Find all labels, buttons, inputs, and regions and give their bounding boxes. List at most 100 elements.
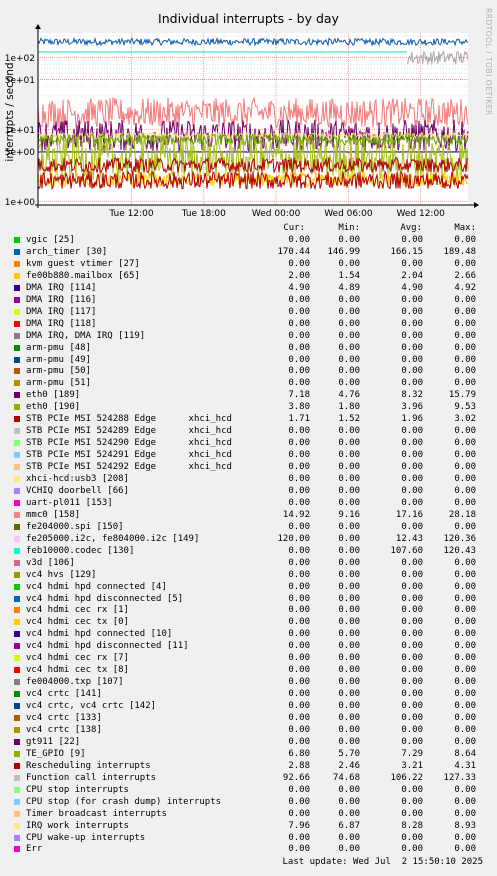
legend-avg: 0.00 (401, 641, 423, 652)
legend-min: 0.00 (338, 736, 360, 747)
legend-name: CPU wake-up interrupts (26, 832, 146, 843)
legend-row: Function call interrupts 92.66 74.68 106.22… (0, 772, 497, 784)
legend-row: fe204000.spi [150] 0.00 0.00 0.00 0.00 (0, 521, 497, 533)
legend-min: 0.00 (338, 581, 360, 592)
legend-min: 0.00 (338, 844, 360, 855)
legend-name: vc4 crtc [133] (26, 713, 102, 723)
legend-min: 0.00 (338, 426, 360, 437)
legend-max: 0.00 (454, 653, 476, 664)
legend-avg: 3.21 (401, 760, 423, 771)
legend-swatch (14, 786, 20, 793)
legend-max: 0.00 (454, 462, 476, 473)
legend-max: 0.00 (454, 318, 476, 329)
legend-max: 0.00 (454, 557, 476, 568)
legend-row: vc4 crtc, vc4 crtc [142] 0.00 0.00 0.00 0.00 (0, 700, 497, 712)
legend-name: arm-pmu [49] (26, 354, 92, 365)
legend-avg: 0.00 (401, 354, 423, 365)
legend-min: 0.00 (338, 701, 360, 712)
legend-min: 0.00 (338, 653, 360, 664)
legend-name: vc4 hdmi cec rx [1] (26, 605, 129, 616)
legend-swatch (14, 631, 20, 638)
legend-name: xhci-hcd:usb3 [208] (26, 474, 129, 484)
legend-avg: 0.00 (401, 378, 423, 389)
legend-min: 0.00 (338, 832, 360, 843)
legend-avg: 0.00 (401, 724, 423, 735)
legend-row: DMA IRQ, DMA IRQ [119] 0.00 0.00 0.00 0.00 (0, 330, 497, 342)
legend-max: 0.00 (454, 677, 476, 688)
legend-row: vc4 hdmi cec rx [1] 0.00 0.00 0.00 0.00 (0, 604, 497, 616)
legend-swatch (14, 762, 20, 769)
legend-name: vc4 crtc [138] (26, 724, 102, 735)
header-cur: Cur: (283, 223, 305, 233)
legend-row: uart-pl011 [153] 0.00 0.00 0.00 0.00 (0, 497, 497, 509)
legend-name: arm-pmu [50] (26, 366, 92, 377)
legend-avg: 0.00 (401, 306, 423, 317)
legend-swatch (14, 416, 20, 423)
legend-name: fe004000.txp [107] (26, 677, 124, 688)
y-tick-label: 1e+01 (5, 126, 35, 136)
legend-row: IRQ work interrupts 7.96 6.87 8.28 8.93 (0, 820, 497, 832)
legend-name: DMA IRQ [114] (26, 282, 97, 293)
legend-min: 0.00 (338, 593, 360, 604)
legend-name: arch_timer [30] (26, 246, 108, 257)
legend-row: STB PCIe MSI 524291 Edge xhci_hcd 0.00 0.0… (0, 449, 497, 461)
legend-name: Function call interrupts (26, 772, 157, 783)
legend-row: TE_GPIO [9] 6.80 5.70 7.29 8.64 (0, 748, 497, 760)
legend-avg: 0.00 (401, 366, 423, 377)
legend-avg: 0.00 (401, 497, 423, 508)
legend-min: 0.00 (338, 378, 360, 389)
y-axis-arrow (35, 24, 41, 29)
legend-avg: 0.00 (401, 462, 423, 473)
legend-min: 0.00 (338, 330, 360, 341)
legend-swatch (14, 404, 20, 411)
legend-name: STB PCIe MSI 524291 Edge xhci_hcd (26, 450, 232, 461)
legend-avg: 0.00 (401, 605, 423, 616)
legend-row: arch_timer [30] 170.44 146.99 166.15 189.48 (0, 246, 497, 258)
legend-swatch (14, 452, 20, 459)
legend-swatch (14, 392, 20, 399)
legend-min: 5.70 (338, 748, 360, 759)
legend-swatch (14, 308, 20, 315)
legend-max: 0.00 (454, 485, 476, 496)
legend-min: 0.00 (338, 665, 360, 676)
legend-max: 0.00 (454, 342, 476, 353)
legend-name: v3d [106] (26, 557, 75, 568)
legend-avg: 0.00 (401, 521, 423, 532)
legend-swatch (14, 810, 20, 817)
legend-min: 0.00 (338, 605, 360, 616)
legend-swatch (14, 272, 20, 279)
legend-min: 0.00 (338, 294, 360, 305)
legend-min: 1.54 (338, 270, 360, 281)
legend-avg: 0.00 (401, 569, 423, 580)
legend-avg: 0.00 (401, 665, 423, 676)
legend-max: 0.00 (454, 605, 476, 616)
legend-swatch (14, 583, 20, 590)
legend-name: eth0 [189] (26, 390, 81, 401)
legend-avg: 0.00 (401, 330, 423, 341)
legend-row: CPU stop (for crash dump) interrupts 0.00… (0, 796, 497, 808)
legend-row: vc4 hdmi cec tx [0] 0.00 0.00 0.00 0.00 (0, 616, 497, 628)
legend-max: 0.00 (454, 796, 476, 807)
legend-row: vc4 crtc [141] 0.00 0.00 0.00 0.00 (0, 688, 497, 700)
legend-min: 0.00 (338, 342, 360, 353)
legend-swatch (14, 655, 20, 662)
legend-max: 0.00 (454, 641, 476, 652)
legend-row: DMA IRQ [116] 0.00 0.00 0.00 0.00 (0, 294, 497, 306)
legend-row: fe00b880.mailbox [65] 2.00 1.54 2.04 2.66 (0, 270, 497, 282)
legend-max: 0.00 (454, 593, 476, 604)
legend-max: 9.53 (454, 402, 476, 413)
legend-min: 0.00 (338, 485, 360, 496)
legend-max: 0.00 (454, 426, 476, 437)
legend-row: DMA IRQ [118] 0.00 0.00 0.00 0.00 (0, 318, 497, 330)
legend-name: IRQ work interrupts (26, 820, 129, 831)
legend-min: 4.76 (338, 390, 360, 401)
legend-row: STB PCIe MSI 524289 Edge xhci_hcd 0.00 0.0… (0, 425, 497, 437)
legend-avg: 0.00 (401, 796, 423, 807)
legend-swatch (14, 499, 20, 506)
legend-swatch (14, 547, 20, 554)
legend-min: 0.00 (338, 796, 360, 807)
legend-swatch (14, 715, 20, 721)
legend-avg: 0.00 (401, 342, 423, 353)
legend-min: 2.46 (338, 760, 360, 771)
last-update: Last update: Wed Jul 2 15:50:10 2025 (282, 857, 483, 867)
